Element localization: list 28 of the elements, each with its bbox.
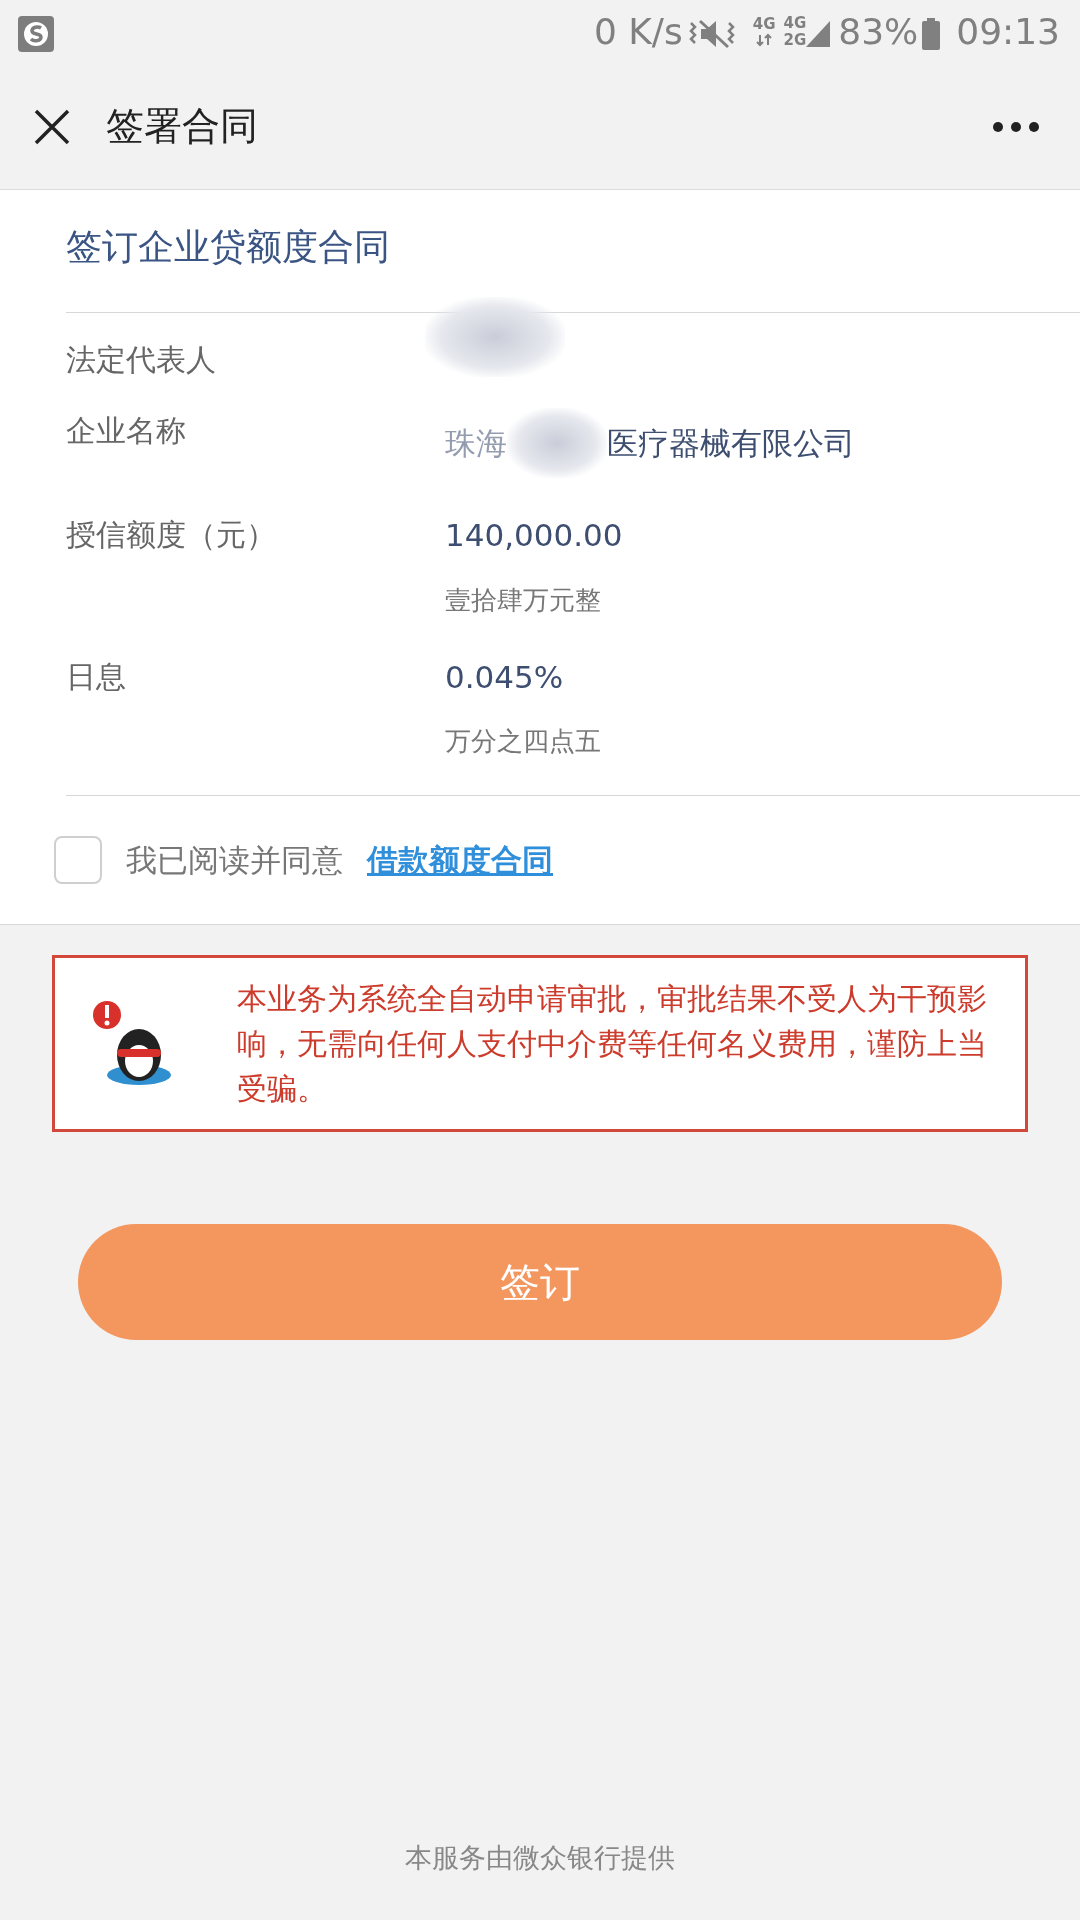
contract-link[interactable]: 借款额度合同 bbox=[367, 836, 553, 884]
contract-heading: 签订企业贷额度合同 bbox=[66, 226, 390, 267]
network-speed: 0 K/s bbox=[593, 10, 683, 54]
clock: 09:13 bbox=[956, 10, 1060, 54]
battery-icon bbox=[922, 18, 941, 50]
app-icon bbox=[18, 16, 54, 52]
field-value: 140,000.00 bbox=[445, 516, 623, 555]
field-label: 法定代表人 bbox=[66, 341, 217, 379]
field-label: 授信额度（元） bbox=[66, 516, 277, 554]
field-value: 医疗器械有限公司 bbox=[607, 423, 855, 463]
page-title: 签署合同 bbox=[106, 103, 258, 150]
sign-button[interactable]: 签订 bbox=[78, 1224, 1002, 1340]
field-note: 万分之四点五 bbox=[445, 725, 601, 758]
field-value: 珠海 bbox=[445, 423, 507, 463]
field-label: 日息 bbox=[66, 657, 127, 696]
notice-text: 本业务为系统全自动申请审批，审批结果不受人为干预影响，无需向任何人支付中介费等任何名义费用，谨防上当受骗。 bbox=[237, 980, 988, 1108]
battery-percent: 83% bbox=[838, 10, 919, 54]
field-label: 企业名称 bbox=[66, 412, 187, 450]
field-note: 壹拾肆万元整 bbox=[445, 583, 602, 617]
network-label: 2G bbox=[783, 32, 807, 49]
network-label: 4G bbox=[752, 17, 776, 31]
data-arrows-icon bbox=[755, 33, 774, 47]
footer-text: 本服务由微众银行提供 bbox=[404, 1841, 676, 1875]
agreement-text: 我已阅读并同意 bbox=[126, 840, 343, 880]
field-value: 0.045% bbox=[445, 657, 565, 697]
agree-checkbox[interactable] bbox=[54, 836, 102, 884]
network-label: 4G bbox=[783, 15, 807, 32]
signal-icon bbox=[806, 21, 831, 47]
